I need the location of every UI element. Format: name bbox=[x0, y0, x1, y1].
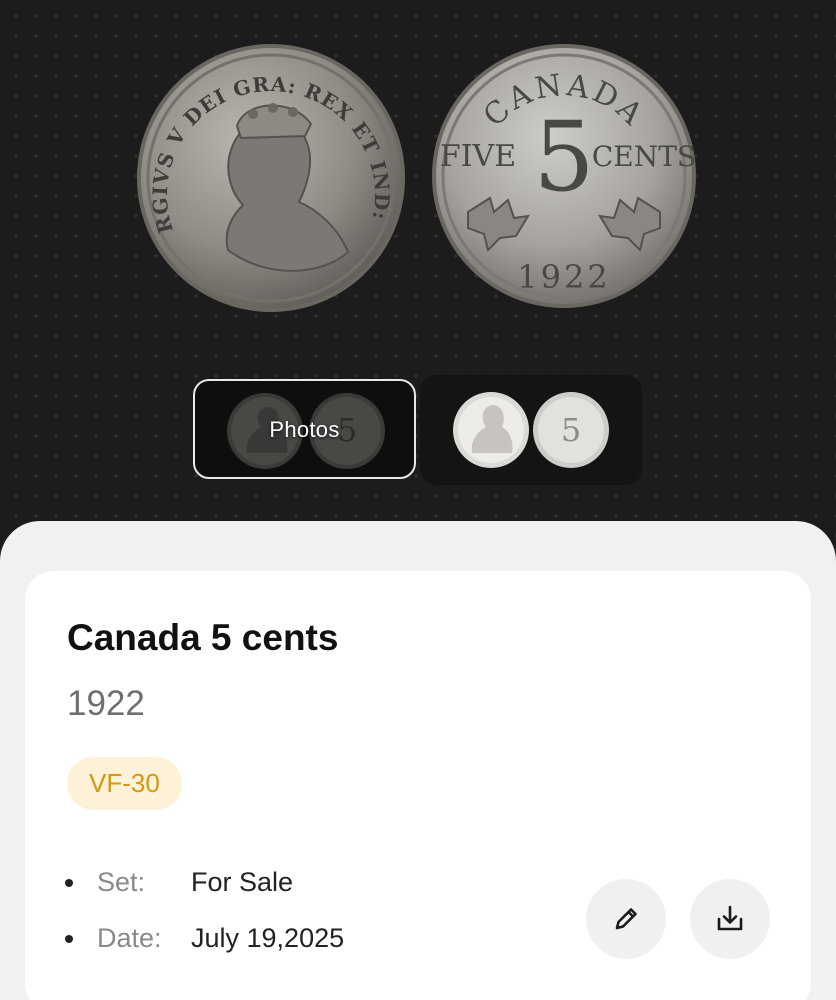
reverse-denomination-text: 5 bbox=[533, 101, 594, 213]
thumb-reverse-light: 5 bbox=[533, 392, 609, 468]
coin-title: Canada 5 cents bbox=[67, 617, 339, 658]
bullet bbox=[65, 934, 73, 943]
edit-button[interactable] bbox=[586, 879, 666, 959]
date-value: July 19,2025 bbox=[191, 923, 345, 953]
photos-label: Photos bbox=[269, 417, 340, 442]
grade-badge: VF-30 bbox=[67, 757, 182, 810]
set-row: Set: For Sale bbox=[65, 867, 293, 898]
download-button[interactable] bbox=[690, 879, 770, 959]
pencil-icon bbox=[615, 908, 637, 930]
coin-details-card: Canada 5 cents 1922 VF-30 Set: For Sale … bbox=[25, 571, 811, 1000]
photos-thumbnail[interactable]: 5 Photos bbox=[193, 379, 416, 479]
download-icon bbox=[717, 905, 743, 931]
coin-year: 1922 bbox=[67, 684, 145, 723]
set-label: Set: bbox=[97, 867, 146, 897]
thumb-obverse-light bbox=[453, 392, 529, 468]
details-sheet: Canada 5 cents 1922 VF-30 Set: For Sale … bbox=[0, 521, 836, 1000]
svg-text:5: 5 bbox=[561, 411, 581, 449]
reverse-left-text: FIVE bbox=[440, 139, 516, 174]
coin-image-viewer[interactable]: GEORGIVS V DEI GRA: REX ET IND: IMP: CAN… bbox=[0, 0, 836, 560]
alternate-photo-thumbnail[interactable]: 5 bbox=[420, 375, 642, 485]
reverse-year-text: 1922 bbox=[517, 258, 610, 296]
coin-reverse-image: CANADA FIVE 5 CENTS 1922 bbox=[432, 44, 696, 308]
reverse-right-text: CENTS bbox=[592, 140, 696, 173]
set-value: For Sale bbox=[191, 867, 294, 897]
coin-obverse-image: GEORGIVS V DEI GRA: REX ET IND: IMP: bbox=[133, 40, 405, 312]
date-label: Date: bbox=[97, 923, 162, 953]
bullet bbox=[65, 878, 73, 887]
date-row: Date: July 19,2025 bbox=[65, 923, 344, 954]
